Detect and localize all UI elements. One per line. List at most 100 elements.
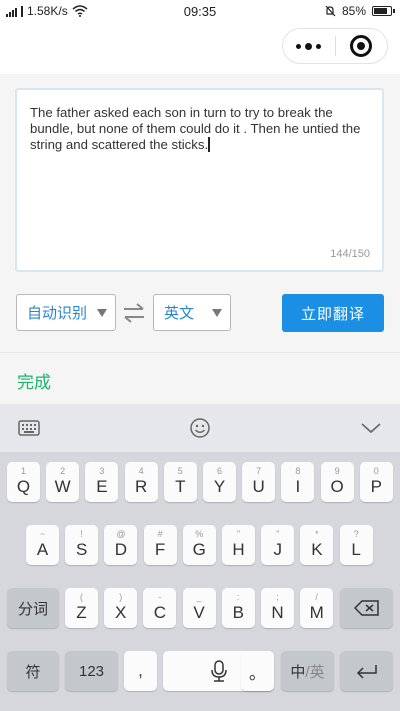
key-secondary-label: "	[236, 529, 241, 539]
key-c[interactable]: -C	[143, 588, 177, 628]
key-secondary-label: 4	[138, 466, 144, 476]
key-secondary-label: 7	[256, 466, 262, 476]
more-icon[interactable]	[283, 42, 335, 50]
source-language-label: 自动识别	[27, 305, 88, 322]
key-i[interactable]: 8I	[281, 462, 315, 502]
key-secondary-label: 9	[334, 466, 340, 476]
key-j[interactable]: " J	[261, 525, 295, 565]
enter-icon	[356, 665, 377, 679]
key-m[interactable]: / M	[300, 588, 334, 628]
key-label: H	[232, 540, 245, 559]
key-u[interactable]: 7U	[242, 462, 276, 502]
key-secondary-label: ~	[39, 529, 46, 539]
mute-bell-icon	[325, 5, 336, 17]
key-secondary-label: @	[116, 529, 126, 539]
key-t[interactable]: 5T	[163, 462, 197, 502]
key-label: G	[192, 540, 206, 559]
key-secondary-label: 2	[60, 466, 66, 476]
source-text: The father asked each son in turn to try…	[30, 105, 361, 152]
key-l[interactable]: ? L	[339, 525, 373, 565]
done-bar: 完成	[0, 352, 400, 404]
text-cursor	[208, 137, 210, 152]
key-label: A	[36, 540, 49, 559]
key-w[interactable]: 2W	[46, 462, 80, 502]
key-secondary-label: #	[157, 529, 163, 539]
key-f[interactable]: # F	[143, 525, 177, 565]
key-secondary-label: !	[80, 529, 83, 539]
close-target-icon[interactable]	[335, 35, 387, 57]
key-label: K	[311, 540, 323, 559]
key-o[interactable]: 9O	[320, 462, 354, 502]
key-label: T	[175, 477, 186, 496]
key-a[interactable]: ~ A	[26, 525, 59, 565]
key-secondary-label: :	[237, 592, 240, 602]
swap-languages-icon[interactable]	[122, 303, 146, 323]
key-label: D	[114, 540, 128, 559]
key-p[interactable]: 0P	[359, 462, 393, 502]
status-bar: 1.58K/s 09:35 85%	[0, 0, 400, 22]
key-secondary-label: _	[196, 592, 202, 602]
key-secondary-label: /	[315, 592, 318, 602]
key-secondary-label: 6	[216, 466, 222, 476]
key-k[interactable]: * K	[300, 525, 334, 565]
key-d[interactable]: @ D	[104, 525, 138, 565]
key-secondary-label: )	[119, 592, 123, 602]
key-r[interactable]: 4R	[124, 462, 158, 502]
key-secondary-label: -	[158, 592, 162, 602]
number-key[interactable]: 123	[65, 651, 118, 691]
key-q[interactable]: 1Q	[7, 462, 40, 502]
dropdown-arrow-icon	[97, 309, 107, 317]
key-s[interactable]: ! S	[65, 525, 99, 565]
enter-key[interactable]	[340, 651, 393, 691]
source-language-select[interactable]: 自动识别	[16, 294, 116, 331]
key-label: V	[193, 603, 205, 622]
dropdown-arrow-icon	[212, 309, 222, 317]
fenci-key[interactable]: 分词	[7, 588, 59, 628]
key-n[interactable]: ; N	[261, 588, 294, 628]
backspace-key[interactable]	[340, 588, 393, 628]
key-secondary-label: *	[315, 529, 319, 539]
source-text-area[interactable]: The father asked each son in turn to try…	[15, 88, 384, 272]
battery-icon	[372, 6, 395, 16]
done-button[interactable]: 完成	[17, 368, 51, 393]
soft-keyboard: 1 Q 2 W 3 E 4 R 5 T 6 Y 7 U 8 I 9 O 0 P ~ A! S @ D # F% G " H " J * K? L 分词…	[0, 404, 400, 711]
key-secondary-label: 5	[177, 466, 183, 476]
key-label: L	[351, 540, 361, 559]
key-label: M	[309, 603, 324, 622]
key-label: C	[153, 603, 167, 622]
key-e[interactable]: 3E	[85, 462, 119, 502]
keyboard-icon[interactable]	[18, 419, 40, 437]
miniprogram-capsule	[282, 28, 388, 64]
key-v[interactable]: _ V	[182, 588, 216, 628]
comma-key[interactable]: ,	[124, 651, 157, 691]
key-secondary-label: 8	[295, 466, 301, 476]
key-label: N	[271, 603, 284, 622]
translate-controls: 自动识别 英文 立即翻译	[0, 294, 400, 334]
target-language-label: 英文	[164, 305, 195, 322]
key-y[interactable]: 6Y	[203, 462, 236, 502]
key-label: U	[252, 477, 265, 496]
key-label: O	[330, 477, 344, 496]
battery-percent: 85%	[341, 4, 366, 18]
symbol-key[interactable]: 符	[7, 651, 59, 691]
key-label: F	[154, 540, 166, 559]
backspace-icon	[353, 600, 379, 616]
key-b[interactable]: :B	[221, 588, 255, 628]
key-label: Q	[16, 477, 31, 496]
key-secondary-label: ?	[353, 529, 359, 539]
language-toggle-key[interactable]: 中/英	[281, 651, 334, 691]
lang-zh-label: 中	[290, 663, 306, 681]
key-label: Y	[213, 477, 226, 496]
key-x[interactable]: ) X	[104, 588, 138, 628]
key-h[interactable]: " H	[222, 525, 255, 565]
key-label: Z	[76, 603, 87, 622]
key-g[interactable]: % G	[182, 525, 216, 565]
collapse-keyboard-icon[interactable]	[360, 422, 382, 434]
key-z[interactable]: (Z	[65, 588, 98, 628]
key-secondary-label: "	[276, 529, 280, 539]
target-language-select[interactable]: 英文	[153, 294, 231, 331]
key-secondary-label: 0	[373, 466, 379, 476]
translate-button[interactable]: 立即翻译	[282, 294, 384, 332]
emoji-icon[interactable]	[189, 417, 211, 439]
period-key[interactable]: 。	[241, 651, 274, 691]
